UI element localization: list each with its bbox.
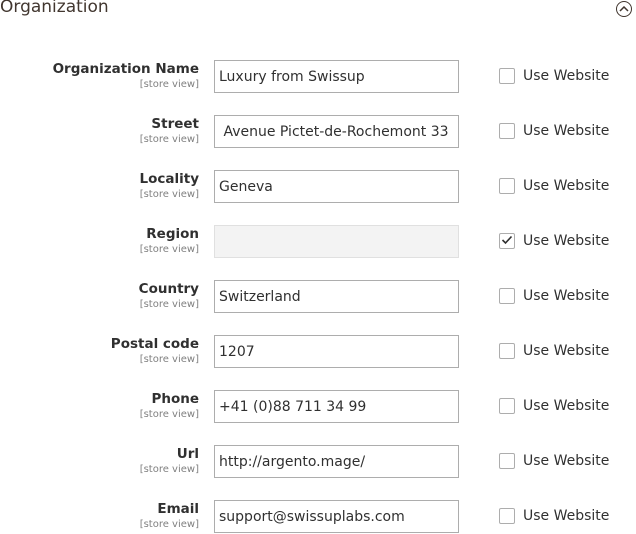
checkbox-box[interactable] bbox=[499, 288, 515, 304]
locality-input[interactable] bbox=[214, 170, 459, 203]
collapse-section-button[interactable] bbox=[616, 1, 632, 17]
checkbox-box[interactable] bbox=[499, 343, 515, 359]
field-label-group: Phone [store view] bbox=[140, 391, 199, 421]
scope-label: [store view] bbox=[139, 299, 199, 310]
use-website-checkbox[interactable]: Use Website bbox=[499, 453, 609, 469]
street-input[interactable] bbox=[214, 115, 459, 148]
scope-label: [store view] bbox=[139, 244, 199, 255]
row-street: Street [store view] Use Website bbox=[0, 115, 636, 149]
scope-label: [store view] bbox=[139, 409, 199, 420]
use-website-label: Use Website bbox=[523, 123, 610, 139]
email-input[interactable] bbox=[214, 500, 459, 533]
use-website-checkbox[interactable]: Use Website bbox=[499, 288, 609, 304]
use-website-checkbox[interactable]: Use Website bbox=[499, 508, 609, 524]
section-title: Organization bbox=[0, 0, 109, 17]
field-label: Region bbox=[146, 226, 199, 242]
field-label-group: Street [store view] bbox=[140, 116, 199, 146]
field-label: Postal code bbox=[110, 336, 199, 352]
scope-label: [store view] bbox=[139, 519, 199, 530]
chevron-up-icon bbox=[619, 6, 629, 12]
field-label-group: Region [store view] bbox=[140, 226, 199, 256]
use-website-checkbox[interactable]: Use Website bbox=[499, 178, 609, 194]
field-label: Organization Name bbox=[52, 61, 199, 77]
field-label: Phone bbox=[151, 391, 199, 407]
use-website-label: Use Website bbox=[523, 453, 610, 469]
row-region: Region [store view] Use Website bbox=[0, 225, 636, 259]
checkbox-box[interactable] bbox=[499, 123, 515, 139]
row-url: Url [store view] Use Website bbox=[0, 445, 636, 479]
use-website-label: Use Website bbox=[523, 68, 610, 84]
use-website-checkbox[interactable]: Use Website bbox=[499, 398, 609, 414]
use-website-label: Use Website bbox=[523, 233, 610, 249]
use-website-label: Use Website bbox=[523, 343, 610, 359]
phone-input[interactable] bbox=[214, 390, 459, 423]
scope-label: [store view] bbox=[139, 134, 199, 145]
field-label: Url bbox=[176, 446, 199, 462]
checkbox-box[interactable] bbox=[499, 453, 515, 469]
scope-label: [store view] bbox=[139, 354, 199, 365]
use-website-checkbox[interactable]: Use Website bbox=[499, 123, 609, 139]
scope-label: [store view] bbox=[139, 464, 199, 475]
row-email: Email [store view] Use Website bbox=[0, 500, 636, 534]
row-organization-name: Organization Name [store view] Use Websi… bbox=[0, 60, 636, 94]
field-label-group: Organization Name [store view] bbox=[53, 61, 199, 91]
checkbox-box[interactable] bbox=[499, 508, 515, 524]
checkbox-box[interactable] bbox=[499, 178, 515, 194]
checkbox-box[interactable] bbox=[499, 398, 515, 414]
organization-name-input[interactable] bbox=[214, 60, 459, 93]
url-input[interactable] bbox=[214, 445, 459, 478]
use-website-label: Use Website bbox=[523, 178, 610, 194]
use-website-checkbox[interactable]: Use Website bbox=[499, 343, 609, 359]
field-label: Email bbox=[157, 501, 199, 517]
row-locality: Locality [store view] Use Website bbox=[0, 170, 636, 204]
country-input[interactable] bbox=[214, 280, 459, 313]
use-website-label: Use Website bbox=[523, 398, 610, 414]
scope-label: [store view] bbox=[139, 189, 199, 200]
region-input[interactable] bbox=[214, 225, 459, 258]
field-label: Street bbox=[151, 116, 199, 132]
row-postal-code: Postal code [store view] Use Website bbox=[0, 335, 636, 369]
field-label-group: Url [store view] bbox=[140, 446, 199, 476]
use-website-checkbox[interactable]: Use Website bbox=[499, 68, 609, 84]
row-phone: Phone [store view] Use Website bbox=[0, 390, 636, 424]
field-label-group: Country [store view] bbox=[139, 281, 199, 311]
field-label: Country bbox=[138, 281, 199, 297]
field-label-group: Postal code [store view] bbox=[111, 336, 199, 366]
postal-code-input[interactable] bbox=[214, 335, 459, 368]
checkbox-box[interactable] bbox=[499, 68, 515, 84]
use-website-checkbox[interactable]: Use Website bbox=[499, 233, 609, 249]
scope-label: [store view] bbox=[139, 79, 199, 90]
row-country: Country [store view] Use Website bbox=[0, 280, 636, 314]
use-website-label: Use Website bbox=[523, 288, 610, 304]
checkbox-box[interactable] bbox=[499, 233, 515, 249]
field-label-group: Email [store view] bbox=[140, 501, 199, 531]
checkmark-icon bbox=[501, 232, 513, 250]
field-label-group: Locality [store view] bbox=[140, 171, 200, 201]
field-label: Locality bbox=[139, 171, 200, 187]
use-website-label: Use Website bbox=[523, 508, 610, 524]
